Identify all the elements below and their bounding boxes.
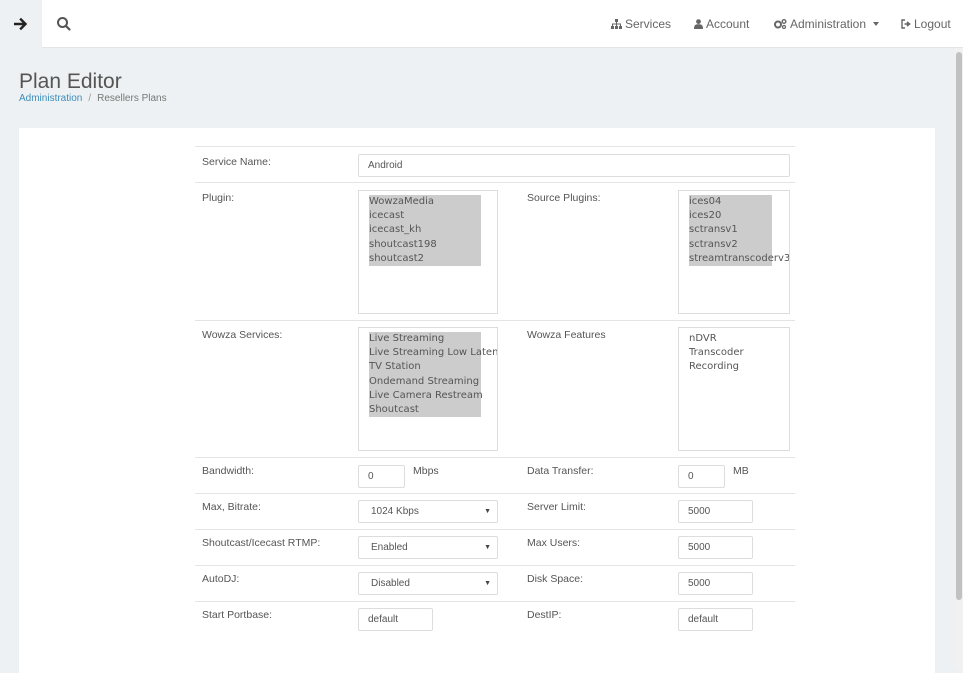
wowza-features-select[interactable]: nDVR Transcoder Recording [678, 327, 790, 451]
row-plugins: Plugin: WowzaMedia icecast icecast_kh sh… [195, 182, 795, 320]
service-name-label: Service Name: [202, 156, 271, 168]
sign-out-icon [901, 19, 911, 29]
data-transfer-label: Data Transfer: [527, 465, 594, 477]
source-plugins-select[interactable]: ices04 ices20 sctransv1 sctransv2 stream… [678, 190, 790, 314]
top-navbar: Services Account Administration Logout [0, 0, 963, 48]
plugin-option[interactable]: icecast_kh [369, 223, 481, 238]
nav-logout-label: Logout [914, 17, 951, 31]
wowza-service-option[interactable]: Shoutcast [369, 402, 481, 418]
scrollbar-thumb[interactable] [956, 52, 962, 600]
autodj-label: AutoDJ: [202, 573, 240, 585]
source-plugin-option[interactable]: streamtranscoderv3 [689, 251, 789, 266]
dropdown-arrow-icon: ▼ [484, 508, 491, 515]
nav-logout[interactable]: Logout [901, 17, 951, 31]
wowza-service-option[interactable]: Live Camera Restream [369, 388, 483, 403]
max-bitrate-label: Max, Bitrate: [202, 501, 261, 513]
row-autodj: AutoDJ: Disabled ▼ Disk Space: 5000 [195, 565, 795, 601]
wowza-services-label: Wowza Services: [202, 329, 283, 341]
wowza-feature-option[interactable]: nDVR [689, 332, 779, 346]
row-service-name: Service Name: Android [195, 146, 795, 182]
destip-label: DestIP: [527, 609, 562, 621]
plugin-option[interactable]: icecast [369, 209, 481, 224]
source-plugin-option[interactable]: ices20 [689, 209, 772, 224]
plugin-label: Plugin: [202, 192, 235, 204]
nav-administration-label: Administration [790, 17, 867, 31]
sitemap-icon [611, 19, 622, 29]
start-portbase-label: Start Portbase: [202, 609, 273, 621]
destip-input[interactable]: default [678, 608, 753, 631]
max-users-input[interactable]: 5000 [678, 536, 753, 559]
plan-editor-card: Service Name: Android Plugin: WowzaMedia… [19, 128, 935, 673]
caret-down-icon [873, 22, 880, 26]
wowza-service-option[interactable]: TV Station [369, 360, 481, 375]
row-start-portbase: Start Portbase: default DestIP: default [195, 601, 795, 637]
shoutcast-rtmp-value: Enabled [371, 542, 408, 553]
data-transfer-unit: MB [733, 465, 749, 477]
max-bitrate-value: 1024 Kbps [371, 506, 419, 517]
source-plugins-label: Source Plugins: [527, 192, 601, 204]
breadcrumb-current: Resellers Plans [97, 93, 167, 104]
breadcrumb-separator: / [88, 93, 92, 104]
row-bandwidth: Bandwidth: 0 Mbps Data Transfer: 0 MB [195, 457, 795, 493]
breadcrumb-administration-link[interactable]: Administration [19, 93, 82, 104]
shoutcast-rtmp-label: Shoutcast/Icecast RTMP: [202, 537, 321, 549]
page-title: Plan Editor [19, 70, 122, 93]
nav-administration[interactable]: Administration [774, 17, 880, 31]
source-plugin-option[interactable]: sctransv1 [689, 223, 772, 238]
source-plugin-option[interactable]: sctransv2 [689, 237, 772, 252]
max-users-label: Max Users: [527, 537, 581, 549]
row-wowza: Wowza Services: Live Streaming Live Stre… [195, 320, 795, 457]
nav-services[interactable]: Services [611, 17, 671, 31]
dropdown-arrow-icon: ▼ [484, 580, 491, 587]
plugin-option[interactable]: shoutcast198 [369, 237, 481, 252]
nav-services-label: Services [625, 17, 672, 31]
service-name-input[interactable]: Android [358, 154, 790, 177]
user-icon [694, 19, 703, 29]
plugin-option[interactable]: shoutcast2 [369, 251, 481, 266]
nav-account[interactable]: Account [694, 17, 749, 31]
dropdown-arrow-icon: ▼ [484, 544, 491, 551]
autodj-select[interactable]: Disabled ▼ [358, 572, 498, 595]
nav-account-label: Account [706, 17, 750, 31]
page-scrollbar[interactable] [955, 48, 963, 669]
wowza-features-label: Wowza Features [527, 329, 606, 341]
search-icon [57, 17, 71, 31]
plugin-select[interactable]: WowzaMedia icecast icecast_kh shoutcast1… [358, 190, 498, 314]
row-shoutcast-rtmp: Shoutcast/Icecast RTMP: Enabled ▼ Max Us… [195, 529, 795, 565]
wowza-service-option[interactable]: Ondemand Streaming [369, 374, 481, 389]
arrow-right-icon [14, 17, 28, 31]
autodj-value: Disabled [371, 578, 410, 589]
plugin-option[interactable]: WowzaMedia [369, 195, 481, 210]
max-bitrate-select[interactable]: 1024 Kbps ▼ [358, 500, 498, 523]
disk-space-label: Disk Space: [527, 573, 584, 585]
wowza-feature-option[interactable]: Transcoder [689, 346, 779, 360]
search-button[interactable] [54, 14, 74, 34]
wowza-services-select[interactable]: Live Streaming Live Streaming Low Latenc… [358, 327, 498, 451]
row-max-bitrate: Max, Bitrate: 1024 Kbps ▼ Server Limit: … [195, 493, 795, 529]
wowza-feature-option[interactable]: Recording [689, 360, 779, 374]
bandwidth-input[interactable]: 0 [358, 465, 405, 488]
bandwidth-unit: Mbps [413, 465, 439, 477]
start-portbase-input[interactable]: default [358, 608, 433, 631]
server-limit-label: Server Limit: [527, 501, 586, 513]
source-plugin-option[interactable]: ices04 [689, 195, 772, 210]
server-limit-input[interactable]: 5000 [678, 500, 753, 523]
gears-icon [774, 19, 787, 29]
disk-space-input[interactable]: 5000 [678, 572, 753, 595]
shoutcast-rtmp-select[interactable]: Enabled ▼ [358, 536, 498, 559]
breadcrumb: Administration / Resellers Plans [19, 93, 167, 104]
data-transfer-input[interactable]: 0 [678, 465, 725, 488]
wowza-service-option[interactable]: Live Streaming [369, 332, 481, 347]
bandwidth-label: Bandwidth: [202, 465, 254, 477]
wowza-service-option[interactable]: Live Streaming Low Latency [369, 346, 497, 361]
sidebar-toggle-button[interactable] [0, 0, 42, 48]
